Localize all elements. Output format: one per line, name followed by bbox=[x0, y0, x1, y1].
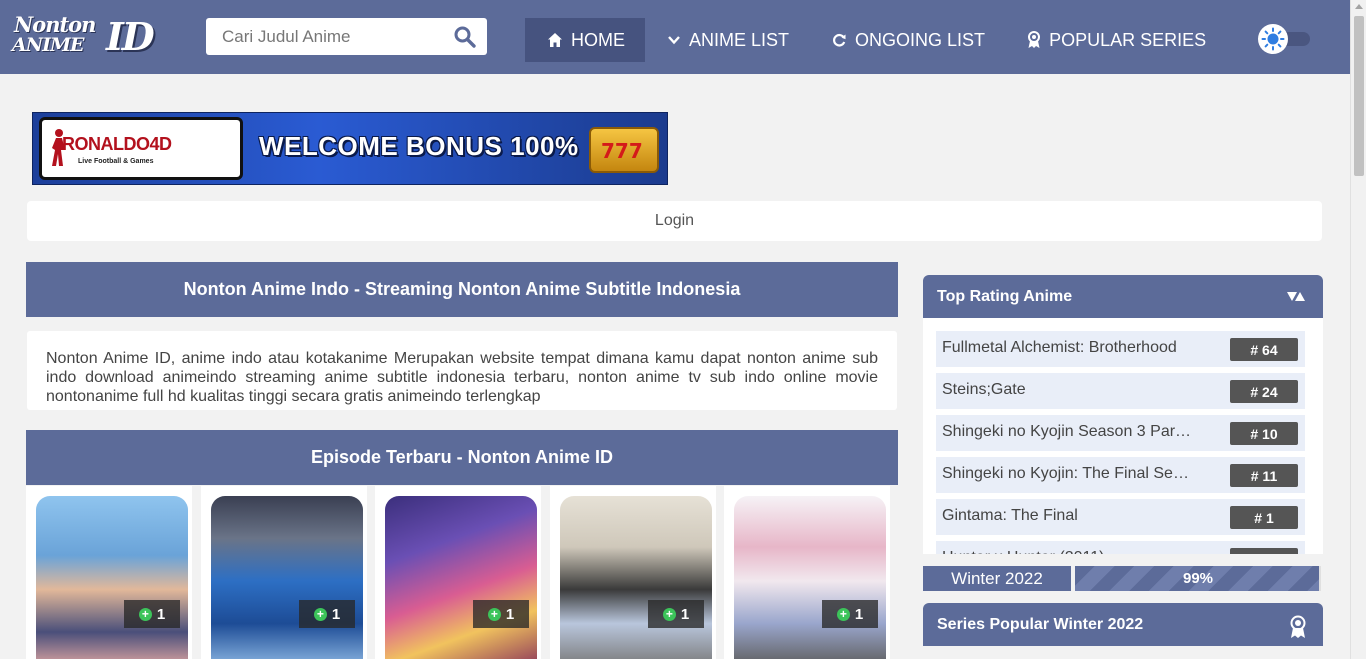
intro-heading: Nonton Anime Indo - Streaming Nonton Ani… bbox=[26, 262, 898, 317]
intro-description: Nonton Anime ID, anime indo atau kotakan… bbox=[27, 331, 897, 410]
rating-item-rank: # 1 bbox=[1230, 506, 1298, 529]
episode-number: 1 bbox=[680, 605, 690, 623]
rating-item[interactable]: Shingeki no Kyojin: The Final Season # 1… bbox=[936, 457, 1305, 493]
logo-line-2: ANIME bbox=[12, 34, 85, 56]
top-rating-title: Top Rating Anime bbox=[937, 287, 1073, 305]
nav-ongoing-list-label: ONGOING LIST bbox=[855, 29, 986, 50]
episode-thumbnail[interactable] bbox=[36, 496, 188, 659]
season-progress-percent: 99% bbox=[1182, 570, 1214, 587]
popular-series-title: Series Popular Winter 2022 bbox=[937, 615, 1144, 633]
ad-brand-name: RONALDO4D bbox=[62, 134, 172, 154]
rating-item-rank: # 24 bbox=[1230, 380, 1298, 403]
episode-number: 1 bbox=[156, 605, 166, 623]
episodes-heading: Episode Terbaru - Nonton Anime ID bbox=[26, 430, 898, 485]
rating-item-title: Gintama: The Final bbox=[942, 507, 1078, 524]
sun-icon bbox=[1258, 24, 1288, 54]
rating-item-rank: # 64 bbox=[1230, 338, 1298, 361]
plus-icon: + bbox=[662, 607, 676, 621]
episode-badge: +1 bbox=[299, 600, 355, 628]
collapse-toggle-icon[interactable] bbox=[1287, 292, 1309, 304]
ad-brand-card: RONALDO4D Live Football & Games bbox=[39, 117, 243, 180]
nav-ongoing-list[interactable]: ONGOING LIST bbox=[809, 18, 1005, 62]
episode-card[interactable]: +1 bbox=[375, 486, 541, 659]
scrollbar-thumb[interactable] bbox=[1354, 16, 1364, 176]
rating-item-rank: # 10 bbox=[1230, 422, 1298, 445]
rating-item[interactable]: Shingeki no Kyojin Season 3 Part 2 # 10 bbox=[936, 415, 1305, 451]
nav-home[interactable]: HOME bbox=[525, 18, 645, 62]
rating-item[interactable]: Gintama: The Final # 1 bbox=[936, 499, 1305, 535]
season-progress-bar: 99% bbox=[1075, 566, 1321, 591]
episode-badge: +1 bbox=[473, 600, 529, 628]
episode-number: 1 bbox=[505, 605, 515, 623]
episode-card[interactable]: +1 bbox=[26, 486, 192, 659]
rating-item-rank: # 11 bbox=[1230, 464, 1298, 487]
ad-promo-text: WELCOME BONUS 100% bbox=[259, 131, 579, 161]
episode-thumbnail[interactable] bbox=[385, 496, 537, 659]
slot-machine-icon: 777 bbox=[589, 127, 659, 173]
plus-icon: + bbox=[487, 607, 501, 621]
episode-thumbnail[interactable] bbox=[560, 496, 712, 659]
rating-item-title: Fullmetal Alchemist: Brotherhood bbox=[942, 339, 1177, 356]
rating-item-title: Shingeki no Kyojin: The Final Season bbox=[942, 465, 1192, 482]
ad-banner[interactable]: RONALDO4D Live Football & Games WELCOME … bbox=[32, 112, 668, 185]
episode-card[interactable]: +1 bbox=[201, 486, 367, 659]
nav-home-label: HOME bbox=[571, 29, 625, 50]
search-icon[interactable] bbox=[453, 25, 477, 49]
home-icon bbox=[548, 33, 562, 47]
top-rating-list: Fullmetal Alchemist: Brotherhood # 64 St… bbox=[923, 318, 1323, 554]
rating-item[interactable]: Fullmetal Alchemist: Brotherhood # 64 bbox=[936, 331, 1305, 367]
nav-anime-list[interactable]: ANIME LIST bbox=[645, 18, 809, 62]
episode-badge: +1 bbox=[822, 600, 878, 628]
rating-item-rank bbox=[1230, 548, 1298, 554]
rating-item-title: Shingeki no Kyojin Season 3 Part 2 bbox=[942, 423, 1192, 440]
episode-badge: +1 bbox=[124, 600, 180, 628]
theme-toggle[interactable] bbox=[1258, 24, 1310, 54]
plus-icon: + bbox=[836, 607, 850, 621]
award-icon bbox=[1028, 31, 1041, 48]
search-input[interactable] bbox=[206, 18, 446, 55]
refresh-icon bbox=[833, 33, 846, 47]
award-icon bbox=[1290, 615, 1306, 638]
chevron-down-icon bbox=[668, 36, 680, 45]
episode-number: 1 bbox=[331, 605, 341, 623]
nav-anime-list-label: ANIME LIST bbox=[689, 29, 790, 50]
scroll-up-arrow[interactable] bbox=[1355, 4, 1363, 9]
top-rating-heading: Top Rating Anime bbox=[923, 275, 1323, 318]
nav-popular-series-label: POPULAR SERIES bbox=[1049, 29, 1207, 50]
popular-series-heading: Series Popular Winter 2022 bbox=[923, 603, 1323, 646]
slot-digits: 777 bbox=[601, 139, 643, 163]
page-scrollbar[interactable] bbox=[1350, 0, 1366, 659]
search-box bbox=[206, 18, 487, 55]
season-label: Winter 2022 bbox=[923, 566, 1071, 591]
nav-popular-series[interactable]: POPULAR SERIES bbox=[1005, 18, 1226, 62]
ad-brand-tagline: Live Football & Games bbox=[78, 158, 154, 165]
login-button[interactable]: Login bbox=[27, 201, 1322, 241]
plus-icon: + bbox=[138, 607, 152, 621]
episode-grid: +1 +1 +1 +1 +1 bbox=[26, 486, 898, 659]
episode-thumbnail[interactable] bbox=[211, 496, 363, 659]
plus-icon: + bbox=[313, 607, 327, 621]
rating-item-title: Steins;Gate bbox=[942, 381, 1026, 398]
episode-badge: +1 bbox=[648, 600, 704, 628]
rating-item[interactable]: Steins;Gate # 24 bbox=[936, 373, 1305, 409]
episode-card[interactable]: +1 bbox=[550, 486, 716, 659]
episode-card[interactable]: +1 bbox=[724, 486, 890, 659]
site-logo[interactable]: Nonton ANIME ID bbox=[12, 12, 155, 60]
episode-number: 1 bbox=[854, 605, 864, 623]
episode-thumbnail[interactable] bbox=[734, 496, 886, 659]
logo-mark: ID bbox=[106, 14, 155, 59]
main-nav: HOME ANIME LIST ONGOING LIST POPULAR SER… bbox=[525, 18, 1226, 62]
top-header: Nonton ANIME ID HOME ANIME LIST bbox=[0, 0, 1350, 74]
rating-item[interactable]: Hunter x Hunter (2011) bbox=[936, 541, 1305, 554]
rating-item-title: Hunter x Hunter (2011) bbox=[942, 541, 1192, 554]
